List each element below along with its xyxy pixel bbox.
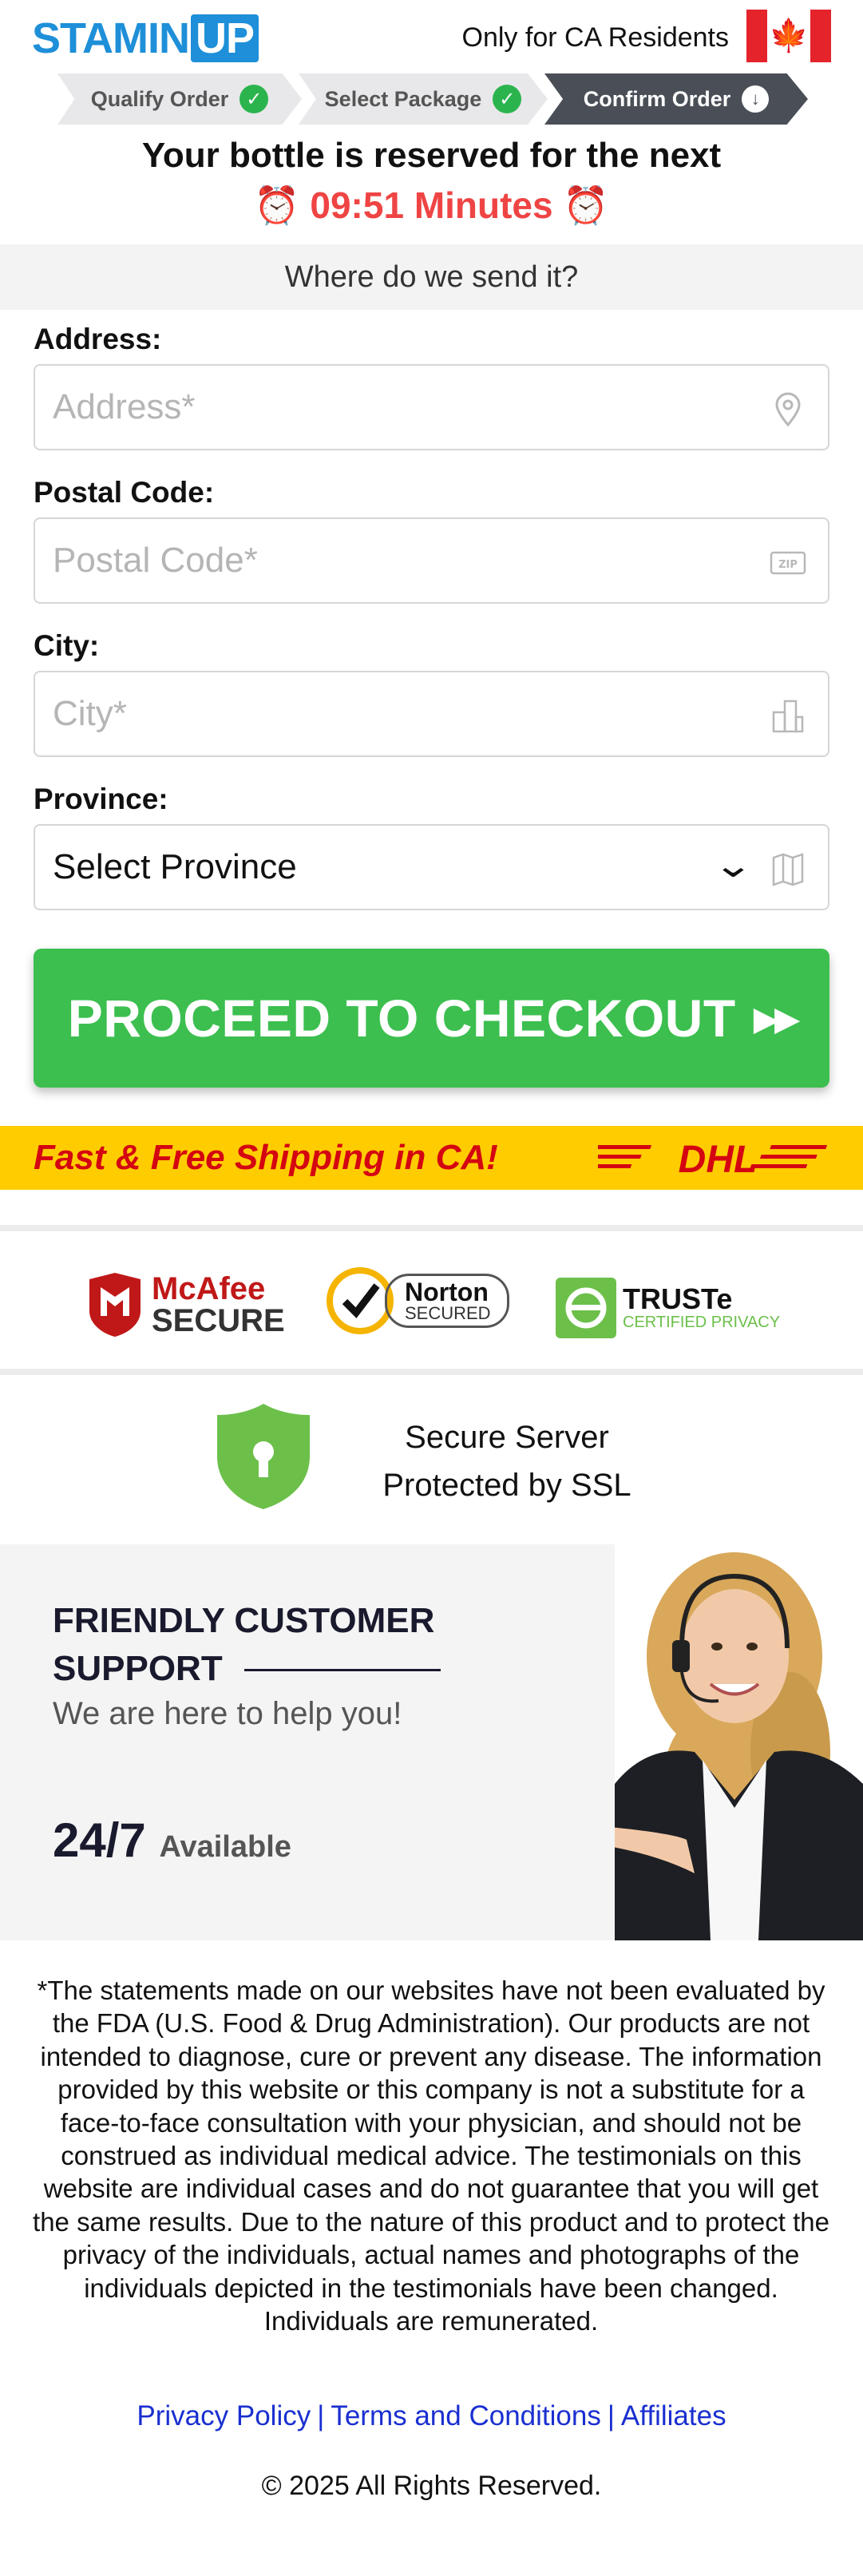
support-title: FRIENDLY CUSTOMER SUPPORT — [53, 1601, 435, 1688]
hours-suffix: Available — [159, 1830, 291, 1864]
city-field-wrapper — [34, 671, 829, 757]
support-agent-image — [615, 1544, 863, 1940]
terms-link[interactable]: Terms and Conditions — [331, 2400, 601, 2431]
affiliates-link[interactable]: Affiliates — [621, 2400, 726, 2431]
proceed-to-checkout-button[interactable]: PROCEED TO CHECKOUT ▶▶ — [34, 949, 829, 1088]
maple-leaf-icon: 🍁 — [767, 10, 810, 62]
ssl-text: Secure Server Protected by SSL — [343, 1413, 671, 1509]
truste-e-icon — [556, 1278, 616, 1338]
chevron-down-icon: ⌄ — [712, 846, 754, 885]
double-arrow-icon: ▶▶ — [753, 999, 801, 1037]
zip-icon: ZIP — [770, 551, 806, 575]
fda-disclaimer: *The statements made on our websites hav… — [33, 1976, 829, 2336]
province-select[interactable]: Select Province ⌄ — [34, 824, 829, 910]
footer-links: Privacy Policy | Terms and Conditions | Affi… — [0, 2400, 863, 2432]
countdown-timer: ⏰ 09:51 Minutes ⏰ — [254, 184, 609, 226]
location-pin-icon — [775, 392, 801, 427]
dhl-logo: DHL — [598, 1139, 828, 1177]
arrow-down-icon: ↓ — [742, 85, 770, 113]
province-label: Province: — [34, 783, 168, 815]
brand-logo[interactable]: STAMIN UP — [32, 14, 259, 62]
logo-text: STAMIN — [32, 14, 190, 62]
support-subtitle: We are here to help you! — [53, 1696, 402, 1731]
dhl-wordmark: DHL — [679, 1139, 758, 1177]
map-icon — [772, 853, 804, 886]
link-separator: | — [607, 2400, 615, 2431]
address-input[interactable] — [35, 366, 828, 449]
postal-code-input[interactable] — [35, 519, 828, 602]
shipping-banner: Fast & Free Shipping in CA! DHL — [0, 1126, 863, 1190]
trust-badges: McAfee SECURE Norton SECURED TRUSTe CERT… — [0, 1236, 863, 1372]
postal-code-label: Postal Code: — [34, 476, 215, 509]
postal-code-field-wrapper: ZIP — [34, 517, 829, 604]
title-underline — [244, 1669, 441, 1671]
shipping-section-title: Where do we send it? — [0, 244, 863, 310]
address-label: Address: — [34, 323, 162, 355]
shipping-text: Fast & Free Shipping in CA! — [34, 1138, 498, 1177]
truste-badge: TRUSTe CERTIFIED PRIVACY — [556, 1278, 780, 1338]
divider — [0, 1225, 863, 1231]
step-qualify-order: Qualify Order ✓ — [57, 73, 302, 125]
privacy-policy-link[interactable]: Privacy Policy — [137, 2400, 311, 2431]
step-select-package: Select Package ✓ — [299, 73, 548, 125]
mcafee-badge: McAfee SECURE — [86, 1271, 285, 1338]
customer-support-banner: FRIENDLY CUSTOMER SUPPORT We are here to… — [0, 1544, 863, 1940]
ssl-shield-icon — [217, 1404, 310, 1509]
norton-name: Norton — [405, 1278, 489, 1306]
check-icon: ✓ — [240, 85, 269, 113]
support-hours: 24/7 Available — [53, 1813, 291, 1868]
header: STAMIN UP Only for CA Residents 🍁 — [0, 0, 863, 72]
link-separator: | — [317, 2400, 325, 2431]
ssl-line2: Protected by SSL — [382, 1468, 631, 1503]
mcafee-secure-text: SECURE — [152, 1303, 285, 1338]
norton-badge: Norton SECURED — [326, 1266, 509, 1335]
city-input[interactable] — [35, 672, 828, 755]
reservation-headline: Your bottle is reserved for the next — [141, 136, 722, 175]
step-label: Confirm Order — [583, 86, 731, 111]
region-notice: Only for CA Residents — [461, 22, 729, 53]
canada-flag-icon: 🍁 — [746, 10, 831, 62]
building-icon — [772, 699, 804, 733]
mcafee-name: McAfee — [152, 1271, 266, 1306]
step-confirm-order: Confirm Order ↓ — [544, 73, 808, 125]
norton-secured-text: SECURED — [405, 1303, 491, 1323]
ssl-line1: Secure Server — [405, 1420, 609, 1455]
progress-steps: Qualify Order ✓ Select Package ✓ Confirm… — [57, 73, 808, 125]
address-field-wrapper — [34, 364, 829, 450]
svg-text:ZIP: ZIP — [778, 559, 798, 571]
province-selected-value: Select Province — [53, 847, 297, 886]
logo-accent: UP — [190, 14, 259, 62]
city-label: City: — [34, 629, 100, 662]
copyright: © 2025 All Rights Reserved. — [261, 2471, 602, 2501]
hours-value: 24/7 — [53, 1813, 146, 1867]
step-label: Qualify Order — [90, 86, 229, 111]
truste-certified-text: CERTIFIED PRIVACY — [623, 1314, 781, 1331]
mcafee-shield-icon — [89, 1273, 141, 1337]
check-icon: ✓ — [493, 85, 522, 113]
divider — [0, 1369, 863, 1375]
checkout-label: PROCEED TO CHECKOUT — [67, 989, 736, 1048]
truste-name: TRUSTe — [623, 1282, 733, 1315]
step-label: Select Package — [324, 86, 482, 111]
